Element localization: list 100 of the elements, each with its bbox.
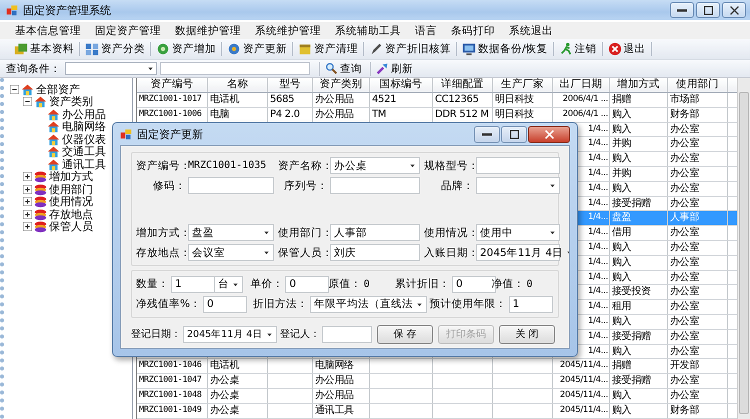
toolbar-button[interactable]: 退出 — [604, 40, 650, 58]
maximize-button[interactable] — [501, 126, 527, 142]
tree-item[interactable]: 存放地点 — [49, 206, 93, 222]
table-row[interactable]: MRZC1001-1046 电话机 电脑网络 2045/11/4... 捐赠 开发部 — [137, 359, 737, 374]
close-icon — [730, 6, 738, 14]
close-button[interactable] — [528, 126, 570, 142]
tree-item[interactable]: 办公用品 — [62, 106, 106, 122]
expander-icon[interactable] — [10, 84, 19, 94]
house-icon — [47, 120, 60, 134]
column-header[interactable]: 型号 — [268, 78, 313, 92]
input-field[interactable]: 刘庆 — [330, 244, 420, 261]
input-field[interactable] — [188, 177, 274, 194]
expander-icon[interactable] — [23, 222, 32, 232]
dropdown[interactable]: 2045年11月 4日 — [183, 326, 277, 342]
input-field[interactable]: 0 — [202, 296, 247, 312]
input-field[interactable] — [322, 326, 372, 342]
column-header[interactable]: 资产编号 — [137, 78, 208, 92]
dropdown[interactable]: 会议室 — [188, 244, 274, 261]
table-cell: 购入 — [610, 108, 668, 123]
toolbar-button[interactable]: 资产更新 — [223, 40, 291, 58]
tree-item[interactable]: 使用情况 — [49, 194, 93, 210]
caret-icon — [232, 280, 240, 288]
tree-item[interactable]: 增加方式 — [49, 169, 93, 184]
table-row[interactable]: MRZC1001-1048 办公桌 办公用品 2045/11/4... 购入 办公室 — [137, 388, 737, 404]
column-header[interactable]: 生产厂家 — [493, 78, 553, 92]
toolbar-button[interactable]: 资产增加 — [152, 40, 220, 58]
tree-item[interactable]: 保管人员 — [49, 219, 93, 234]
menu-item[interactable]: 基本信息管理 — [8, 24, 88, 38]
table-cell: MRZC1001-1046 — [137, 359, 208, 374]
menu-item[interactable]: 语言 — [408, 24, 444, 38]
column-header[interactable]: 资产类别 — [313, 78, 370, 92]
maximize-icon — [510, 130, 518, 138]
menu-item[interactable]: 固定资产管理 — [88, 24, 168, 38]
caret-icon — [549, 229, 556, 236]
column-header[interactable]: 名称 — [208, 78, 268, 92]
menu-item[interactable]: 系统维护管理 — [248, 24, 328, 38]
table-row[interactable]: MRZC1001-1017 电话机 5685 办公用品 4521 CC12365 明日科技 2006/4/1 ... 捐赠 市场部 — [137, 93, 737, 108]
table-cell: 办公室 — [668, 330, 728, 345]
close-button[interactable] — [722, 2, 746, 18]
menu-item[interactable]: 系统退出 — [502, 24, 560, 38]
column-header[interactable]: 国标编号 — [370, 78, 433, 92]
menu-item[interactable]: 数据维护管理 — [168, 24, 248, 38]
tree-item[interactable]: 使用部门 — [49, 182, 93, 197]
expander-icon[interactable] — [23, 97, 32, 106]
search-field[interactable] — [160, 62, 310, 75]
maximize-icon — [704, 6, 712, 14]
menu-item[interactable]: 条码打印 — [444, 24, 502, 38]
field-label: 资产名称： — [278, 158, 330, 172]
dropdown[interactable]: 年限平均法（直线法 — [310, 296, 427, 312]
table-row[interactable]: MRZC1001-1049 办公桌 通讯工具 2045/11/4... 购入 财务部 — [137, 404, 737, 419]
input-field[interactable]: 1 — [508, 296, 553, 312]
input-field[interactable] — [476, 157, 560, 174]
dropdown[interactable]: 台 — [214, 276, 244, 292]
maximize-button[interactable] — [696, 2, 720, 18]
dialog-button[interactable]: 关 闭 — [499, 324, 555, 344]
input-field[interactable] — [330, 177, 420, 194]
column-header[interactable]: 出厂日期 — [553, 78, 610, 92]
app-icon — [120, 128, 132, 140]
input-field[interactable]: 人事部 — [330, 224, 420, 241]
toolbar-button[interactable]: 资产分类 — [81, 40, 149, 58]
column-header[interactable]: 详细配置 — [433, 78, 493, 92]
refresh-button[interactable]: 刷新 — [370, 62, 418, 76]
search-button[interactable]: 查询 — [319, 62, 367, 76]
column-header[interactable]: 增加方式 — [610, 78, 668, 92]
expander-icon[interactable] — [23, 210, 32, 219]
expander-icon[interactable] — [23, 197, 32, 206]
tree-item[interactable]: 通讯工具 — [62, 156, 106, 172]
house-icon — [47, 132, 60, 146]
dropdown[interactable]: 办公桌 — [330, 157, 420, 174]
dialog-button[interactable]: 保 存 — [377, 324, 433, 344]
table-cell: 并购 — [610, 137, 668, 152]
tree-item[interactable]: 交通工具 — [62, 144, 106, 160]
field-label: 累计折旧： — [394, 277, 451, 291]
dropdown[interactable]: 盘盈 — [188, 224, 274, 241]
minimize-button[interactable] — [670, 2, 694, 18]
caret-icon — [263, 249, 270, 256]
toolbar-button[interactable]: 资产折旧核算 — [365, 40, 455, 58]
menu-item[interactable]: 系统辅助工具 — [328, 24, 408, 38]
minimize-button[interactable] — [474, 126, 500, 142]
monitor-icon — [462, 42, 476, 56]
tree-item[interactable]: 电脑网络 — [62, 119, 106, 134]
toolbar-button[interactable]: 数据备份/恢复 — [458, 40, 552, 58]
toolbar-button[interactable]: 注销 — [554, 40, 601, 58]
toolbar-button[interactable]: 基本资料 — [10, 40, 78, 58]
tree-item[interactable]: 仪器仪表 — [62, 132, 106, 147]
table-cell: 办公室 — [668, 166, 728, 182]
input-field[interactable]: 1 — [171, 276, 215, 292]
column-header[interactable]: 使用部门 — [668, 78, 728, 92]
table-cell: 捐赠 — [610, 359, 668, 374]
expander-icon[interactable] — [23, 184, 32, 194]
tree-item[interactable]: 全部资产 — [36, 82, 80, 97]
table-cell: CC12365 — [433, 93, 493, 108]
expander-icon[interactable] — [23, 172, 32, 182]
table-row[interactable]: MRZC1001-1047 办公桌 办公用品 2045/11/4... 接受捐赠 办公室 — [137, 374, 737, 389]
table-cell: 接受投资 — [610, 285, 668, 300]
tree-item[interactable]: 资产类别 — [49, 94, 93, 110]
toolbar-button[interactable]: 资产清理 — [294, 40, 362, 58]
dropdown[interactable]: 使用中 — [476, 224, 560, 241]
input-field[interactable]: 0 — [285, 276, 330, 292]
scrollbar[interactable] — [737, 78, 750, 419]
